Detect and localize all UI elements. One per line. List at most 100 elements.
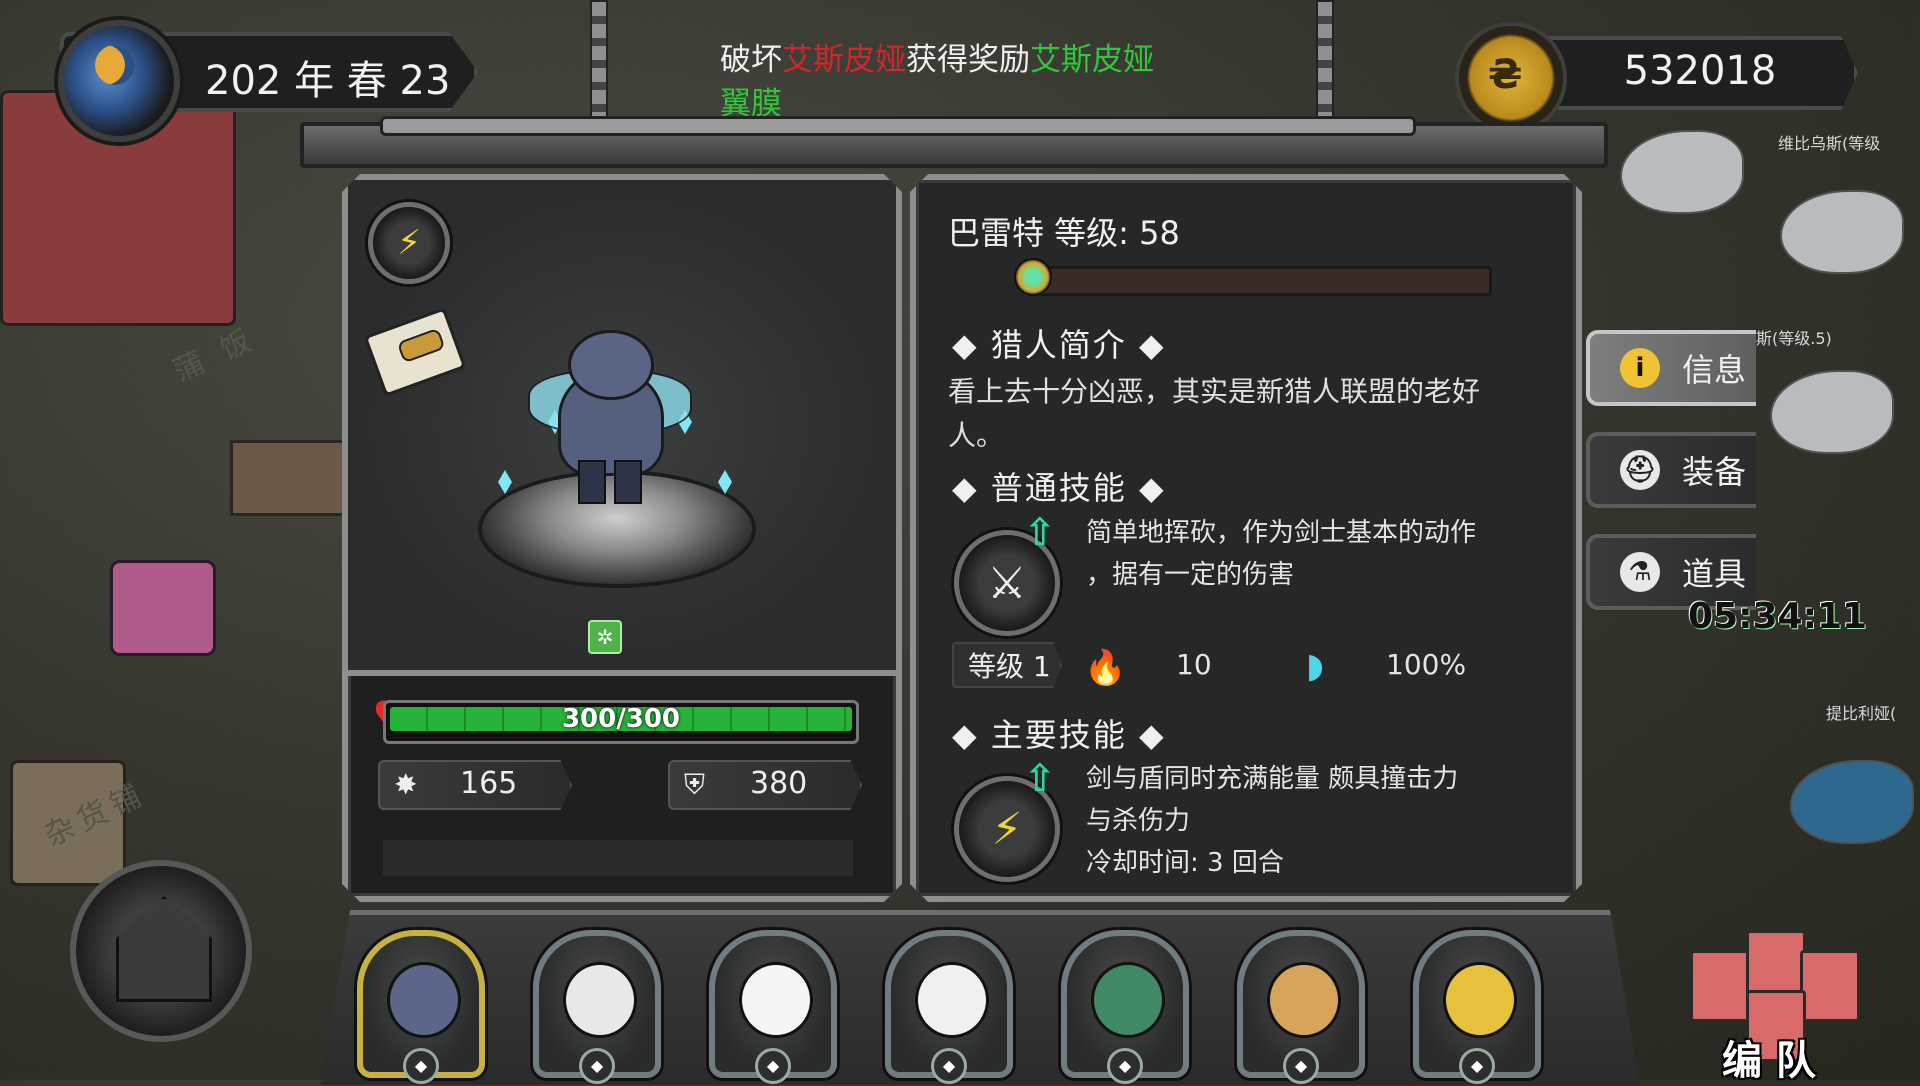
hunter-face-icon xyxy=(1267,962,1341,1038)
hero-name-level: 巴雷特 等级: 58 xyxy=(948,214,1180,252)
bio-header-label: 猎人简介 xyxy=(990,326,1127,364)
hero-info-panel: 巴雷特 等级: 58 ◆ 猎人简介 ◆ 看上去十分凶恶，其实是新猎人联盟的老好 … xyxy=(910,174,1582,902)
attack-icon: ✸ xyxy=(394,768,418,801)
tab-items-label: 道具 xyxy=(1682,555,1747,593)
flame-icon: 🔥 xyxy=(1084,648,1127,688)
blade-icon: ◗ xyxy=(1306,646,1324,686)
normal-skill-header-label: 普通技能 xyxy=(990,469,1127,507)
event-notice: 破坏艾斯皮娅获得奖励艾斯皮娅 翼膜 xyxy=(720,38,1240,126)
chain-left xyxy=(590,0,608,124)
team-formation-label: 编 队 xyxy=(1722,1038,1816,1084)
class-badge-icon: ◆ xyxy=(1107,1048,1143,1084)
hunter-face-icon xyxy=(1443,962,1517,1038)
enemy-dino-1[interactable] xyxy=(1620,130,1744,214)
main-skill-line-1: 剑与盾同时充满能量 颇具撞击力 xyxy=(1086,764,1459,794)
notice-target: 艾斯皮娅 xyxy=(782,42,906,78)
hunter-face-icon xyxy=(739,962,813,1038)
team-portrait[interactable]: ◆ xyxy=(1061,930,1189,1084)
potion-icon: ⚗ xyxy=(1620,552,1660,592)
skill-upgrade-arrow-icon[interactable]: ⇧ xyxy=(1024,510,1056,554)
game-date: 202 年 春 23 xyxy=(205,58,451,104)
hero-leg-right xyxy=(614,460,642,504)
xp-bar xyxy=(1026,266,1492,296)
hunter-face-icon xyxy=(387,962,461,1038)
bio-line-1: 看上去十分凶恶，其实是新猎人联盟的老好 xyxy=(948,375,1481,408)
shield-icon: ⛨ xyxy=(684,768,706,801)
skill-level-badge: 等级 1 xyxy=(952,642,1062,688)
team-portrait[interactable]: ◆ xyxy=(1237,930,1365,1084)
main-skill-upgrade-arrow-icon[interactable]: ⇧ xyxy=(1024,756,1056,800)
notice-reward-name: 艾斯皮娅 xyxy=(1030,42,1154,78)
map-scroll-icon[interactable] xyxy=(364,307,467,397)
attack-value: 165 xyxy=(460,766,518,801)
main-skill-cooldown: 冷却时间: 3 回合 xyxy=(1086,848,1284,878)
attack-stat: ✸ 165 xyxy=(378,760,572,810)
notice-prefix: 破坏 xyxy=(720,42,782,78)
enemy-label-3: 提比利娅( xyxy=(1826,704,1897,723)
class-badge-icon: ◆ xyxy=(1283,1048,1319,1084)
bio-header: ◆ 猎人简介 ◆ xyxy=(952,326,1166,364)
element-badge-icon: ✲ xyxy=(588,620,622,654)
skill-rate: 100% xyxy=(1386,648,1467,681)
class-badge-icon: ◆ xyxy=(931,1048,967,1084)
hp-bar: 300/300 xyxy=(383,700,859,744)
class-badge-icon: ◆ xyxy=(579,1048,615,1084)
skill-power: 10 xyxy=(1176,648,1212,681)
hp-text: 300/300 xyxy=(561,704,681,734)
main-skill-desc: 剑与盾同时充满能量 颇具撞击力 与杀伤力 冷却时间: 3 回合 xyxy=(1086,758,1556,884)
notice-mid: 获得奖励 xyxy=(906,42,1030,78)
main-skill-line-2: 与杀伤力 xyxy=(1086,806,1191,836)
hero-head xyxy=(568,330,654,400)
normal-skill-header: ◆ 普通技能 ◆ xyxy=(952,469,1166,507)
hero-leg-left xyxy=(578,460,606,504)
team-card-icon-3 xyxy=(1800,950,1860,1022)
level-gem-icon xyxy=(1014,258,1052,296)
team-portrait[interactable]: ◆ xyxy=(709,930,837,1084)
background-dock xyxy=(230,440,346,516)
hut-icon xyxy=(116,896,212,1002)
class-badge-icon: ◆ xyxy=(755,1048,791,1084)
class-badge-icon: ◆ xyxy=(1459,1048,1495,1084)
team-portrait[interactable]: ◆ xyxy=(357,930,485,1084)
hero-stage: ⚡ ✲ xyxy=(348,180,896,676)
hero-bottom-strip xyxy=(383,840,853,876)
enemy-dino-3[interactable] xyxy=(1770,370,1894,454)
home-hut-button[interactable] xyxy=(70,860,252,1042)
king-npc[interactable] xyxy=(110,560,216,656)
tab-equipment[interactable]: ⛑ 装备 xyxy=(1586,432,1756,508)
main-skill-header-label: 主要技能 xyxy=(990,716,1127,754)
countdown-timer: 05:34:11 xyxy=(1688,596,1868,637)
normal-skill-line-1: 简单地挥砍，作为剑士基本的动作 xyxy=(1086,518,1477,548)
main-skill-header: ◆ 主要技能 ◆ xyxy=(952,716,1166,754)
chain-right xyxy=(1316,0,1334,124)
frame-top-bar xyxy=(380,116,1416,136)
hero-display-panel: ⚡ ✲ ♥ 300/300 ✸ 165 ⛨ 380 xyxy=(342,174,902,902)
bio-line-2: 人。 xyxy=(948,419,1005,452)
hero-model[interactable] xyxy=(548,330,668,500)
team-portrait[interactable]: ◆ xyxy=(533,930,661,1084)
moon-icon xyxy=(95,45,135,85)
team-portrait[interactable]: ◆ xyxy=(885,930,1013,1084)
hunter-face-icon xyxy=(563,962,637,1038)
team-portrait[interactable]: ◆ xyxy=(1413,930,1541,1084)
bio-text: 看上去十分凶恶，其实是新猎人联盟的老好 人。 xyxy=(948,370,1480,458)
hunter-face-icon xyxy=(915,962,989,1038)
class-badge-icon: ◆ xyxy=(403,1048,439,1084)
enemy-dino-2[interactable] xyxy=(1780,190,1904,274)
enemy-label-1: 维比乌斯(等级 xyxy=(1778,134,1881,153)
tab-info[interactable]: i 信息 xyxy=(1586,330,1756,406)
normal-skill-desc: 简单地挥砍，作为剑士基本的动作 ，据有一定的伤害 xyxy=(1086,512,1556,596)
tab-equipment-label: 装备 xyxy=(1682,453,1747,491)
team-card-icon-1 xyxy=(1690,950,1750,1022)
defense-stat: ⛨ 380 xyxy=(668,760,862,810)
swordsman-class-icon[interactable]: ⚡ xyxy=(368,202,450,284)
enemy-dino-blue[interactable] xyxy=(1790,760,1914,844)
hunter-face-icon xyxy=(1091,962,1165,1038)
info-icon: i xyxy=(1620,348,1660,388)
coin-symbol-icon: ₴ xyxy=(1488,52,1523,98)
coin-count: 532018 xyxy=(1623,48,1777,94)
helmet-icon: ⛑ xyxy=(1620,450,1660,490)
defense-value: 380 xyxy=(750,766,808,801)
normal-skill-line-2: ，据有一定的伤害 xyxy=(1086,560,1295,590)
tab-info-label: 信息 xyxy=(1682,351,1747,389)
